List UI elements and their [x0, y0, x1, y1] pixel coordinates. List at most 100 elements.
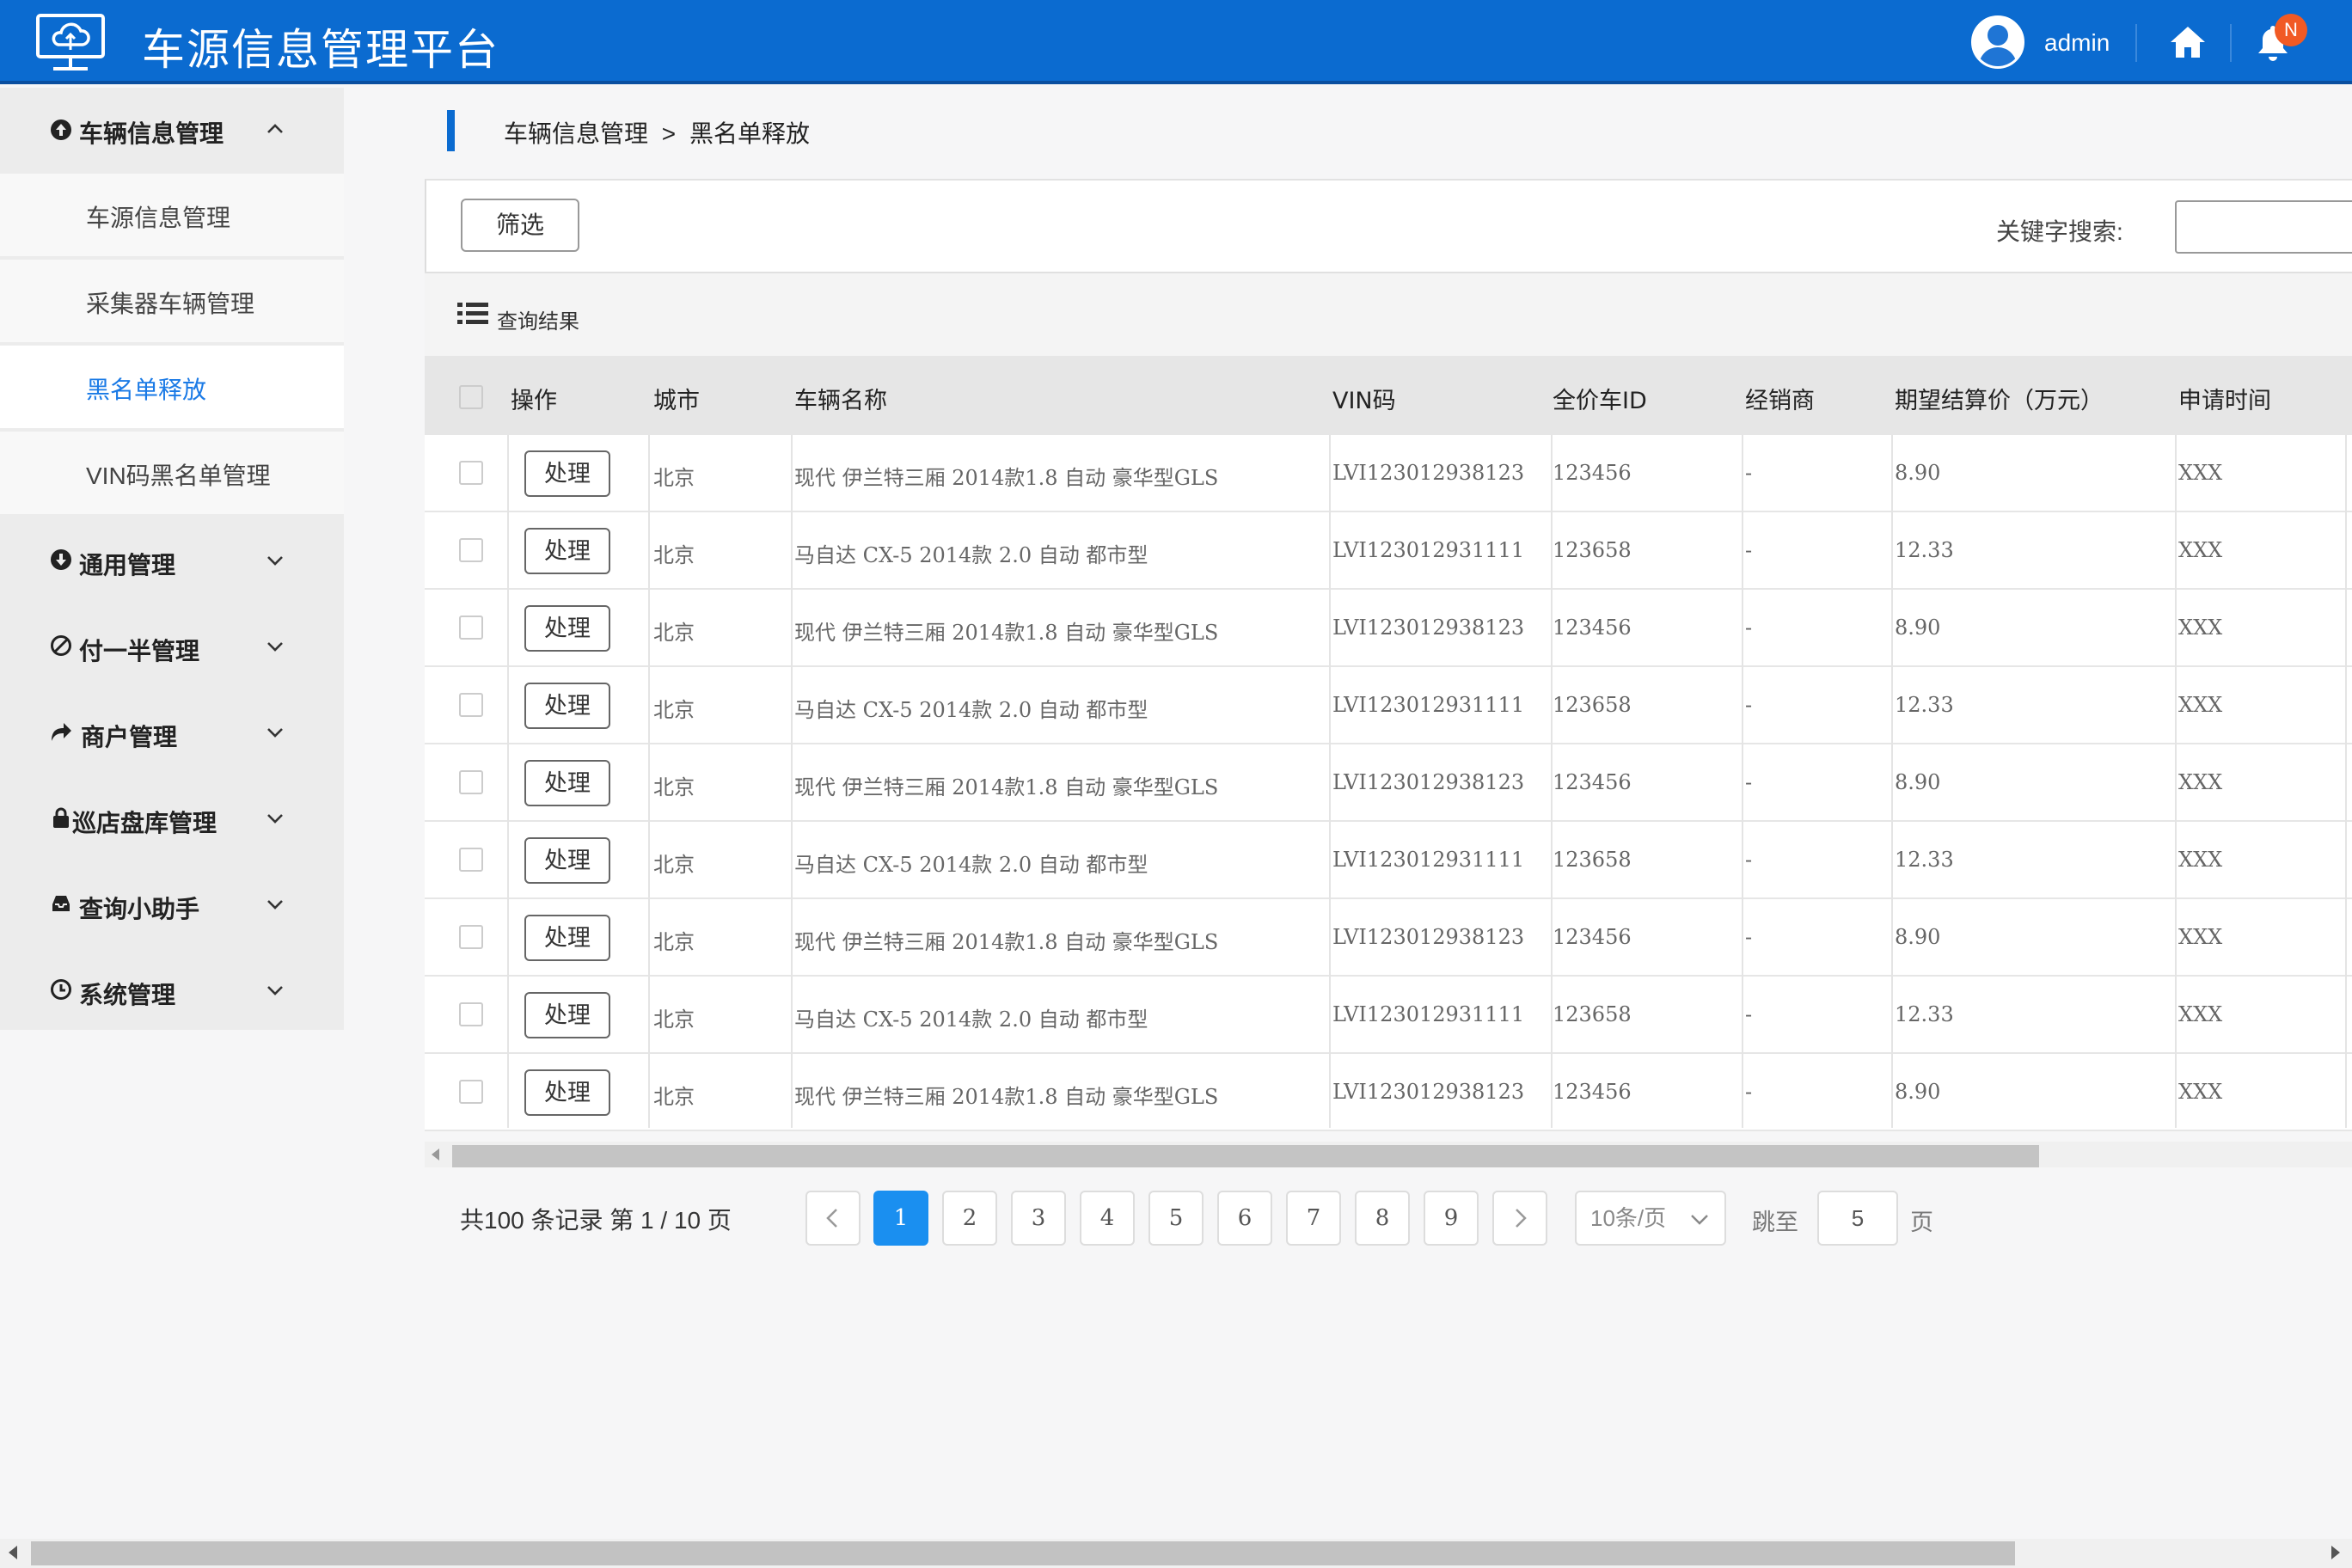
filter-button[interactable]: 筛选	[461, 199, 579, 252]
sidebar-item-vehicle-source[interactable]: 车源信息管理	[0, 174, 344, 258]
sidebar-menu-merchant[interactable]: 商户管理	[0, 689, 344, 775]
chevron-down-icon	[267, 986, 283, 995]
row-checkbox[interactable]	[459, 925, 483, 949]
sidebar-menu-half-payment[interactable]: 付一半管理	[0, 603, 344, 689]
cell-city: 北京	[653, 930, 695, 954]
process-button[interactable]: 处理	[524, 528, 610, 574]
chevron-down-icon	[267, 642, 283, 652]
notification-badge[interactable]: N	[2275, 14, 2307, 46]
cell-expected-price: 8.90	[1895, 925, 1941, 949]
search-label: 关键字搜索:	[1996, 218, 2123, 245]
cell-expected-price: 12.33	[1895, 538, 1954, 562]
page-button-7[interactable]: 7	[1286, 1191, 1341, 1246]
row-checkbox[interactable]	[459, 848, 483, 872]
user-avatar[interactable]	[1971, 15, 2024, 69]
page-size-select[interactable]: 10条/页	[1575, 1191, 1726, 1246]
jump-to-suffix: 页	[1910, 1210, 1933, 1235]
page-button-2[interactable]: 2	[942, 1191, 997, 1246]
jump-to-page-input[interactable]: 5	[1817, 1191, 1898, 1246]
process-button[interactable]: 处理	[524, 837, 610, 884]
table-scrollbar-thumb[interactable]	[452, 1145, 2039, 1167]
next-page-button[interactable]	[1492, 1191, 1547, 1246]
list-icon	[457, 303, 488, 324]
lock-icon	[53, 807, 69, 828]
process-button[interactable]: 处理	[524, 605, 610, 652]
page-button-8[interactable]: 8	[1355, 1191, 1410, 1246]
cell-dealer: -	[1745, 461, 1753, 485]
cell-dealer: -	[1745, 770, 1753, 794]
process-button[interactable]: 处理	[524, 915, 610, 961]
row-checkbox[interactable]	[459, 693, 483, 717]
cell-vehicle-name: 现代 伊兰特三厢 2014款1.8 自动 豪华型GLS	[794, 621, 1219, 645]
cell-apply-time: XXX	[2178, 693, 2223, 717]
chevron-left-icon	[826, 1209, 837, 1228]
cell-vehicle-name: 马自达 CX-5 2014款 2.0 自动 都市型	[794, 543, 1148, 567]
page-button-4[interactable]: 4	[1080, 1191, 1135, 1246]
cell-vehicle-name: 现代 伊兰特三厢 2014款1.8 自动 豪华型GLS	[794, 930, 1219, 954]
chevron-up-icon	[267, 124, 283, 133]
process-button[interactable]: 处理	[524, 1069, 610, 1116]
sidebar-menu-query-helper[interactable]: 查询小助手	[0, 861, 344, 947]
sidebar-menu-store-inventory[interactable]: 巡店盘库管理	[0, 775, 344, 861]
cell-dealer: -	[1745, 1080, 1753, 1104]
column-header-vin: VIN码	[1332, 388, 1396, 414]
scroll-left-arrow-icon[interactable]	[432, 1148, 439, 1161]
inbox-icon	[52, 896, 70, 911]
keyword-search-input[interactable]	[2175, 200, 2352, 254]
process-button[interactable]: 处理	[524, 450, 610, 497]
home-icon[interactable]	[2168, 24, 2208, 60]
page-button-5[interactable]: 5	[1148, 1191, 1204, 1246]
row-checkbox[interactable]	[459, 770, 483, 794]
sidebar-item-vin-blacklist[interactable]: VIN码黑名单管理	[0, 432, 344, 516]
prev-page-button[interactable]	[805, 1191, 861, 1246]
sidebar-menu-system[interactable]: 系统管理	[0, 947, 344, 1030]
sidebar-item-label: 车源信息管理	[86, 205, 231, 231]
cell-city: 北京	[653, 1085, 695, 1109]
page-button-1[interactable]: 1	[873, 1191, 928, 1246]
page-button-9[interactable]: 9	[1424, 1191, 1479, 1246]
column-divider	[1329, 435, 1331, 1128]
breadcrumb-parent[interactable]: 车辆信息管理	[504, 120, 648, 147]
page-button-3[interactable]: 3	[1011, 1191, 1066, 1246]
row-checkbox[interactable]	[459, 1080, 483, 1104]
cell-apply-time: XXX	[2178, 616, 2223, 640]
column-divider	[1891, 435, 1893, 1128]
row-checkbox[interactable]	[459, 1002, 483, 1026]
cell-full-price-id: 123658	[1553, 848, 1632, 872]
cell-full-price-id: 123456	[1553, 770, 1632, 794]
monitor-cloud-logo-icon	[36, 14, 105, 70]
sidebar-menu-general[interactable]: 通用管理	[0, 518, 344, 603]
row-checkbox[interactable]	[459, 616, 483, 640]
cell-expected-price: 8.90	[1895, 1080, 1941, 1104]
process-button[interactable]: 处理	[524, 683, 610, 729]
chevron-down-icon	[1691, 1215, 1708, 1225]
sidebar-menu-vehicle-info[interactable]: 车辆信息管理	[0, 88, 344, 170]
breadcrumb-current: 黑名单释放	[689, 120, 810, 147]
cell-vin: LVI123012938123	[1332, 461, 1525, 485]
cell-apply-time: XXX	[2178, 770, 2223, 794]
column-divider	[2345, 435, 2347, 1128]
row-checkbox[interactable]	[459, 538, 483, 562]
sidebar-menu-label: 巡店盘库管理	[72, 810, 217, 836]
process-button[interactable]: 处理	[524, 760, 610, 806]
scroll-right-arrow-icon[interactable]	[2331, 1546, 2340, 1559]
cell-vin: LVI123012931111	[1332, 1002, 1525, 1026]
column-header-action: 操作	[511, 388, 557, 414]
page-button-6[interactable]: 6	[1217, 1191, 1272, 1246]
sidebar-item-blacklist-release[interactable]: 黑名单释放	[0, 346, 344, 430]
sidebar-item-collector-vehicles[interactable]: 采集器车辆管理	[0, 260, 344, 344]
sidebar-menu-label: 商户管理	[81, 724, 178, 750]
cell-city: 北京	[653, 621, 695, 645]
row-checkbox[interactable]	[459, 461, 483, 485]
cell-full-price-id: 123456	[1553, 616, 1632, 640]
circle-arrow-down-icon	[51, 549, 71, 570]
cell-expected-price: 12.33	[1895, 1002, 1954, 1026]
scroll-left-arrow-icon[interactable]	[9, 1546, 17, 1559]
cell-vehicle-name: 马自达 CX-5 2014款 2.0 自动 都市型	[794, 1008, 1148, 1032]
select-all-checkbox[interactable]	[459, 385, 483, 409]
page-scrollbar-thumb[interactable]	[31, 1541, 2015, 1565]
username-label[interactable]: admin	[2044, 29, 2110, 57]
cell-vehicle-name: 现代 伊兰特三厢 2014款1.8 自动 豪华型GLS	[794, 1085, 1219, 1109]
process-button[interactable]: 处理	[524, 992, 610, 1038]
cell-expected-price: 8.90	[1895, 770, 1941, 794]
